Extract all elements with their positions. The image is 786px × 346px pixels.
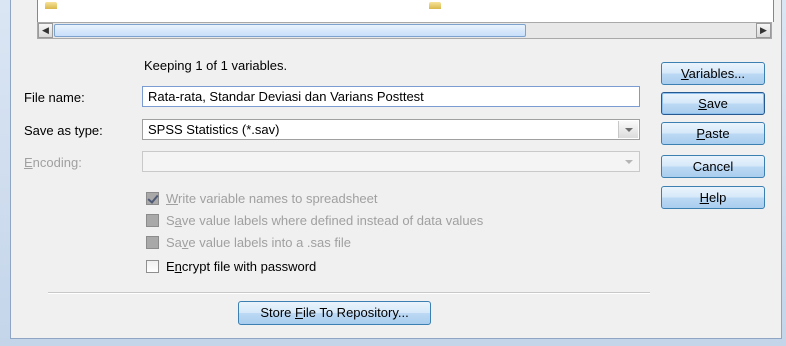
save-value-labels-sas-checkbox[interactable] <box>146 236 159 249</box>
separator <box>48 292 650 294</box>
help-button[interactable]: Help <box>661 186 765 209</box>
file-icon <box>45 2 57 9</box>
variables-button[interactable]: Variables... <box>661 62 765 85</box>
store-file-to-repository-button[interactable]: Store File To Repository... <box>238 301 431 325</box>
scroll-left-icon[interactable]: ◀ <box>38 23 53 38</box>
save-button[interactable]: Save <box>661 92 765 115</box>
file-list[interactable] <box>37 0 774 22</box>
dialog-frame: ◀ ▶ Keeping 1 of 1 variables. File name:… <box>0 0 786 346</box>
variables-status-text: Keeping 1 of 1 variables. <box>144 58 288 73</box>
save-as-type-select[interactable]: SPSS Statistics (*.sav) <box>142 119 640 140</box>
chevron-down-icon[interactable] <box>618 121 638 138</box>
save-value-labels-sas-label: Save value labels into a .sas file <box>166 235 352 250</box>
encrypt-file-label: Encrypt file with password <box>166 259 317 274</box>
scroll-right-icon[interactable]: ▶ <box>756 23 771 38</box>
encoding-label: Encoding: <box>24 155 82 170</box>
write-variable-names-label: Write variable names to spreadsheet <box>166 191 378 206</box>
paste-button[interactable]: Paste <box>661 122 765 145</box>
file-icon <box>429 2 441 9</box>
write-variable-names-checkbox[interactable] <box>146 192 159 205</box>
chevron-down-icon[interactable] <box>619 153 638 170</box>
cancel-button[interactable]: Cancel <box>661 155 765 178</box>
save-as-type-label: Save as type: <box>24 123 103 138</box>
file-name-input[interactable]: Rata-rata, Standar Deviasi dan Varians P… <box>142 86 640 107</box>
save-value-labels-checkbox[interactable] <box>146 214 159 227</box>
encoding-select[interactable] <box>142 151 640 172</box>
save-value-labels-label: Save value labels where defined instead … <box>166 213 484 228</box>
encrypt-file-checkbox[interactable] <box>146 260 159 273</box>
horizontal-scrollbar[interactable]: ◀ ▶ <box>37 22 772 39</box>
save-data-dialog: ◀ ▶ Keeping 1 of 1 variables. File name:… <box>10 0 782 339</box>
scrollbar-thumb[interactable] <box>54 24 526 37</box>
save-as-type-value: SPSS Statistics (*.sav) <box>148 122 280 137</box>
file-name-label: File name: <box>24 90 85 105</box>
